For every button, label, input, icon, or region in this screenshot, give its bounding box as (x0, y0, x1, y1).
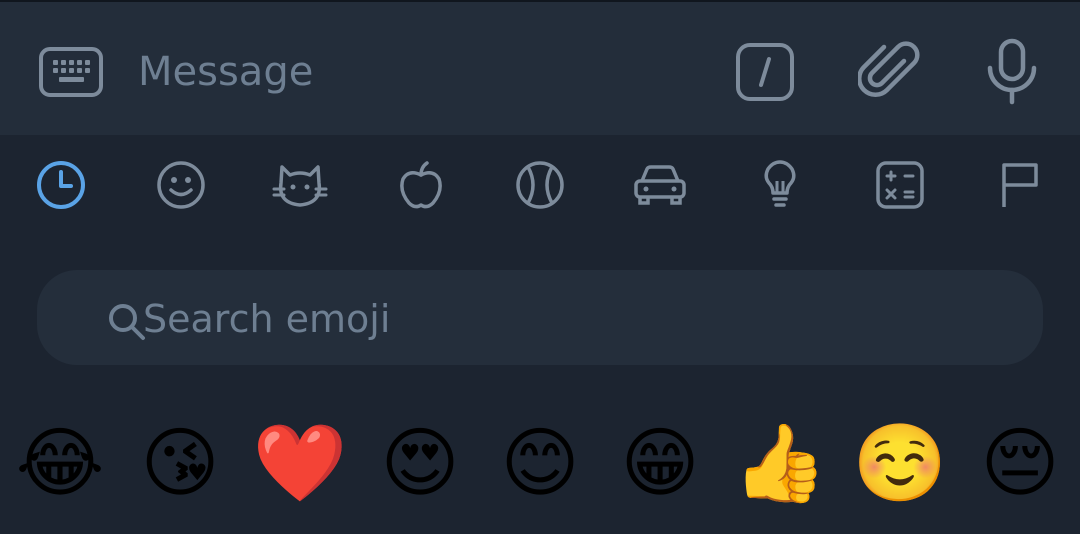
message-input-bar: Message (0, 2, 1080, 135)
recent-emoji-row: 😂 😘 ❤️ 😍 😊 😁 👍 ☺️ 😔 (0, 413, 1080, 513)
clock-icon[interactable] (33, 157, 89, 213)
emoji-cell[interactable]: ☺️ (850, 413, 950, 513)
ball-icon[interactable] (512, 157, 568, 213)
emoji-cell[interactable]: 😔 (970, 413, 1070, 513)
emoji-cell[interactable]: 😘 (130, 413, 230, 513)
emoji-cell[interactable]: 😊 (490, 413, 590, 513)
emoji-cell[interactable]: 👍 (730, 413, 830, 513)
lightbulb-icon[interactable] (752, 157, 808, 213)
slash-command-icon[interactable] (735, 42, 795, 102)
emoji-cell[interactable]: 😁 (610, 413, 710, 513)
emoji-cell[interactable]: ❤️ (250, 413, 350, 513)
paperclip-icon[interactable] (858, 39, 924, 105)
apple-icon[interactable] (393, 157, 449, 213)
emoji-cell[interactable]: 😍 (370, 413, 470, 513)
flag-icon[interactable] (992, 157, 1048, 213)
emoji-cell[interactable]: 😂 (10, 413, 110, 513)
car-icon[interactable] (632, 157, 688, 213)
microphone-icon[interactable] (984, 38, 1040, 106)
keyboard-icon[interactable] (38, 46, 104, 98)
emoji-category-tabs (0, 157, 1080, 213)
emoji-search-input[interactable] (141, 270, 945, 367)
smiley-icon[interactable] (153, 157, 209, 213)
message-input[interactable]: Message (138, 46, 313, 98)
cat-icon[interactable] (272, 157, 328, 213)
emoji-search-bar[interactable] (37, 270, 1043, 367)
calculator-icon[interactable] (872, 157, 928, 213)
emoji-panel: 😂 😘 ❤️ 😍 😊 😁 👍 ☺️ 😔 (0, 135, 1080, 534)
